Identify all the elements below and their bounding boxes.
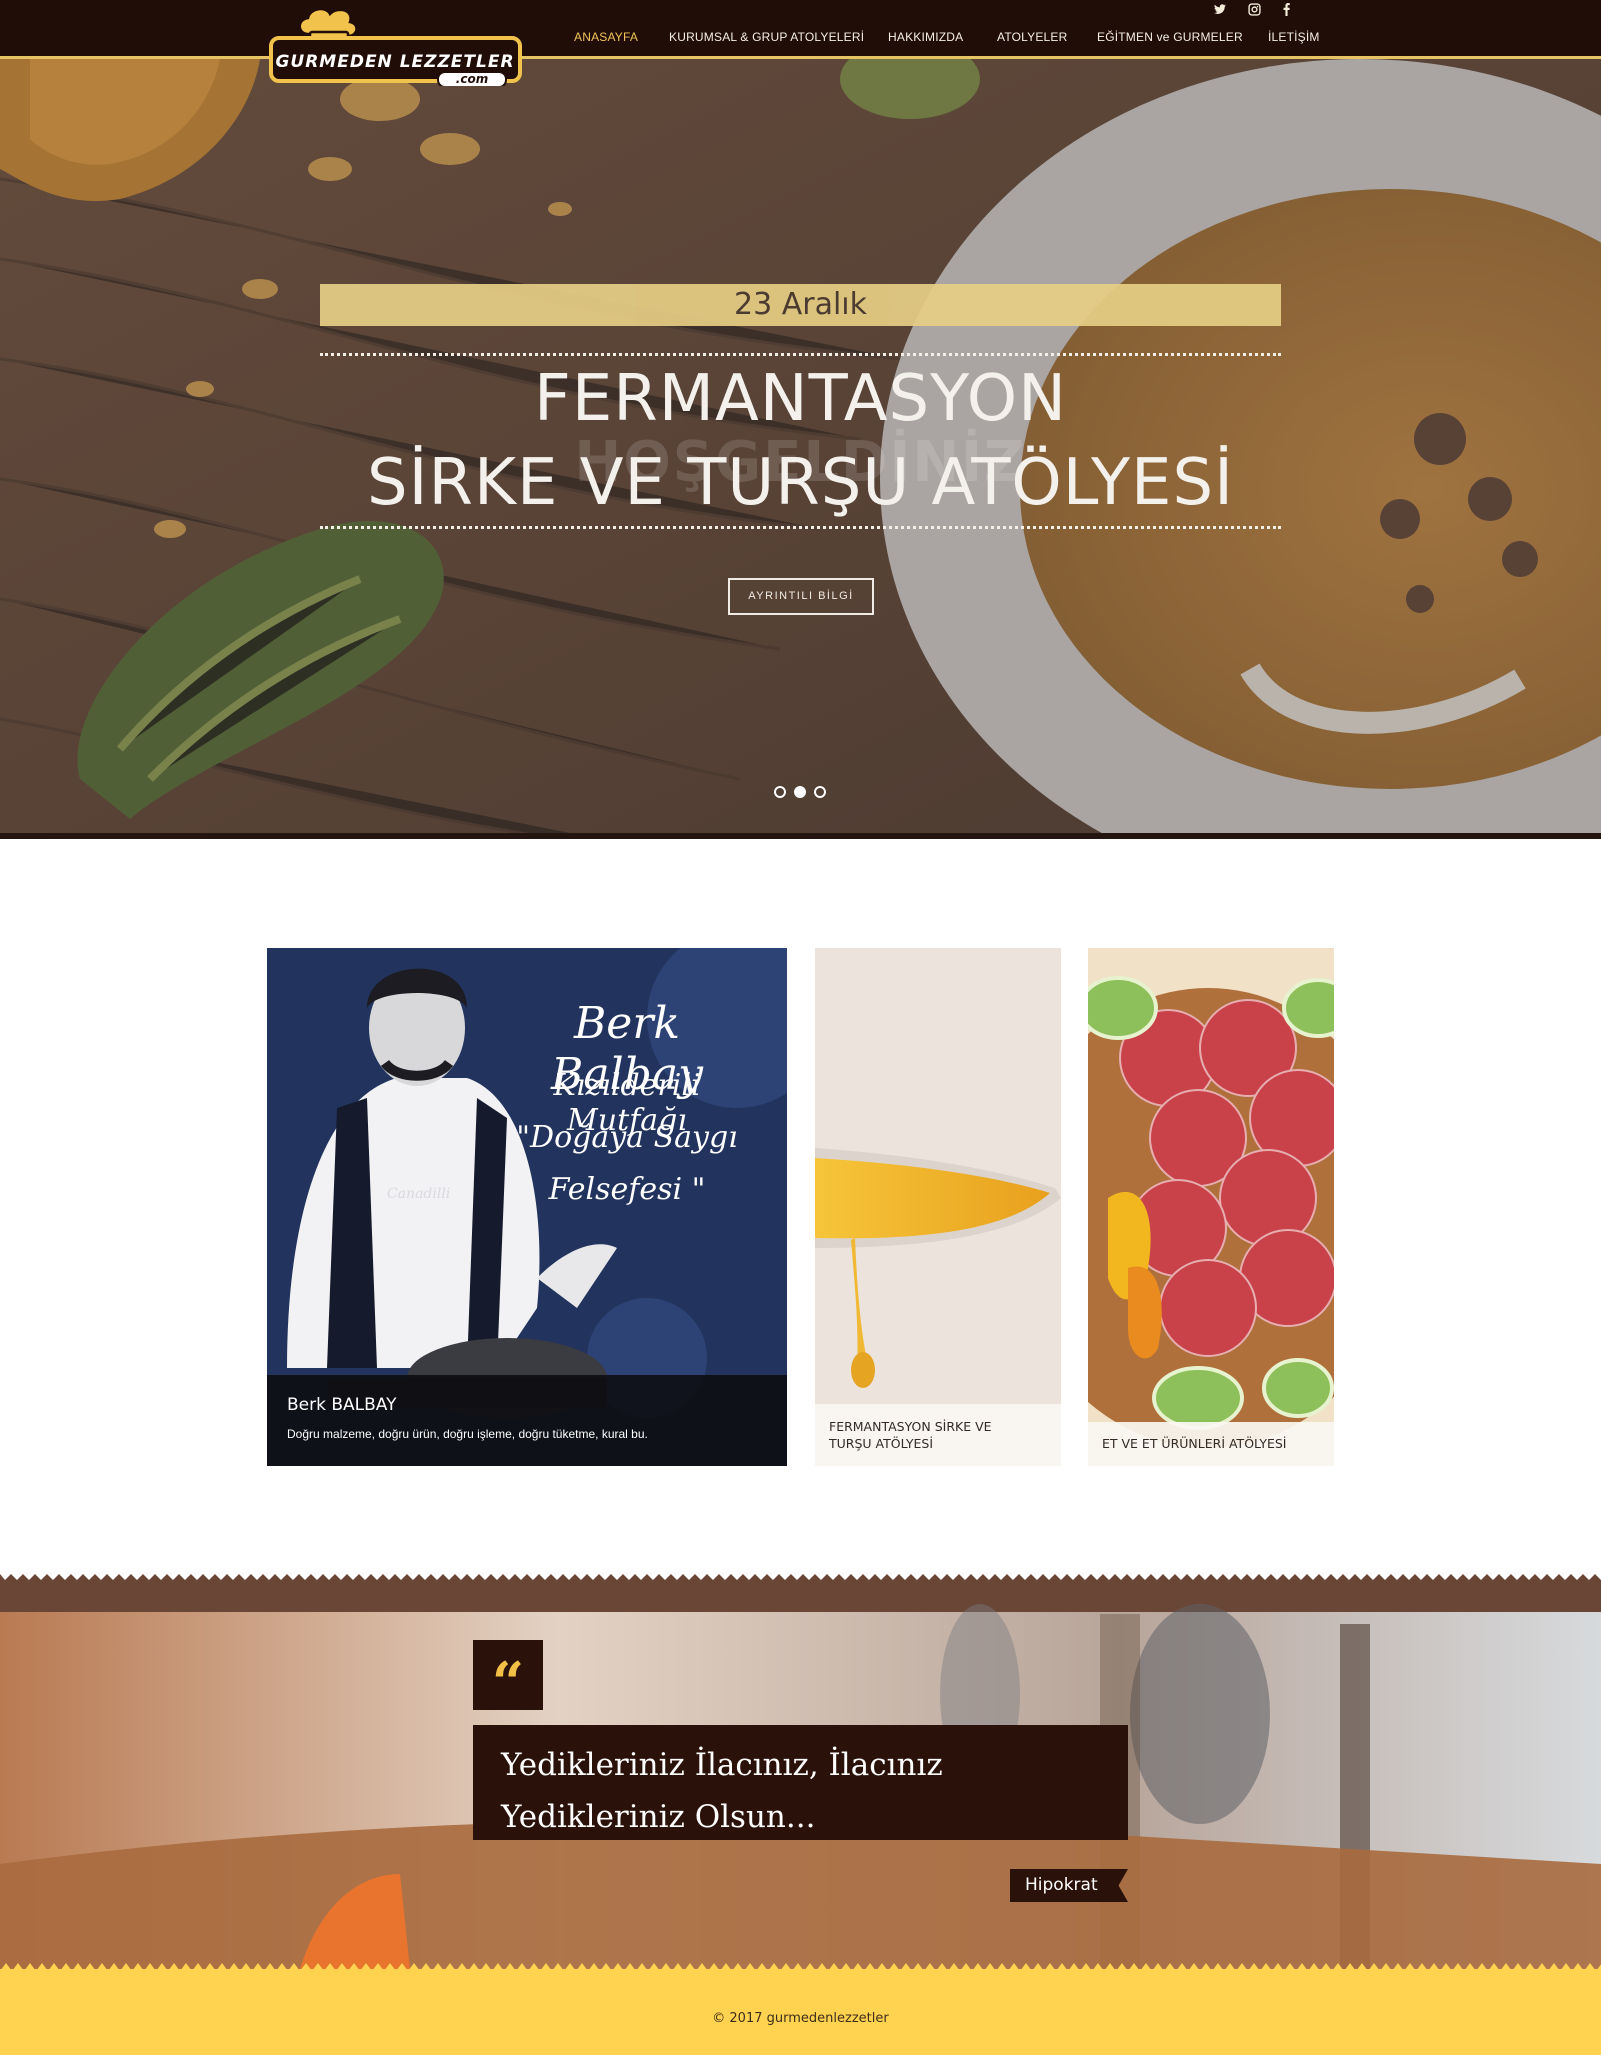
hero-divider-bottom: [320, 526, 1281, 529]
site-header: ANASAYFA KURUMSAL & GRUP ATOLYELERİ HAKK…: [0, 0, 1601, 59]
card-title: ET VE ET ÜRÜNLERİ ATÖLYESİ: [1102, 1436, 1287, 1451]
slider-dot-3[interactable]: [814, 786, 826, 798]
hero-divider-top: [320, 353, 1281, 356]
card-title-line1: FERMANTASYON SİRKE VE: [829, 1419, 992, 1434]
instagram-icon-glyph: [1248, 3, 1261, 16]
card-title-line2: TURŞU ATÖLYESİ: [829, 1436, 934, 1451]
nav-item-kurumsal[interactable]: KURUMSAL & GRUP ATOLYELERİ: [669, 30, 864, 44]
logo-subtext: .com: [456, 72, 488, 86]
details-button[interactable]: AYRINTILI BİLGİ: [728, 578, 874, 615]
card-caption: Berk BALBAY Doğru malzeme, doğru ürün, d…: [267, 1375, 787, 1466]
card-berk-balbay[interactable]: Canadilli Berk Balbay Kızılderili Mutfağ…: [267, 948, 787, 1466]
hero-slider: HOŞGELDİNİZ 23 Aralık FERMANTASYON SİRKE…: [0, 59, 1601, 839]
hero-bottom-border: [0, 833, 1601, 839]
twitter-icon[interactable]: [1213, 3, 1227, 19]
card-fermentation[interactable]: FERMANTASYON SİRKE VE TURŞU ATÖLYESİ: [815, 948, 1061, 1466]
nav-item-hakkimizda[interactable]: HAKKIMIZDA: [888, 30, 963, 44]
card-title: Berk BALBAY: [287, 1395, 397, 1415]
hero-title-line2: SİRKE VE TURŞU ATÖLYESİ: [367, 446, 1234, 520]
nav-item-egitmen[interactable]: EĞİTMEN ve GURMELER: [1097, 30, 1243, 44]
nav-item-anasayfa[interactable]: ANASAYFA: [574, 30, 638, 44]
nav-item-iletisim[interactable]: İLETİŞİM: [1268, 30, 1320, 44]
card-caption: FERMANTASYON SİRKE VE TURŞU ATÖLYESİ: [815, 1404, 1061, 1466]
svg-text:Canadilli: Canadilli: [387, 1186, 450, 1202]
site-logo[interactable]: GURMEDEN LEZZETLER .com: [268, 4, 523, 88]
script-line-3: "Doğaya Saygı: [516, 1120, 738, 1155]
instagram-icon[interactable]: [1248, 3, 1261, 19]
logo-text: GURMEDEN LEZZETLER: [275, 52, 514, 72]
hero-title-line1: FERMANTASYON: [534, 362, 1067, 436]
oil-spoon-photo: [815, 948, 1061, 1466]
quote-text: Yedikleriniz İlacınız, İlacınız Yedikler…: [501, 1747, 943, 1835]
page: ANASAYFA KURUMSAL & GRUP ATOLYELERİ HAKK…: [0, 0, 1601, 2055]
copyright-text: © 2017 gurmedenlezzetler: [712, 2011, 889, 2026]
facebook-icon-glyph: [1283, 3, 1290, 16]
hero-date: 23 Aralık: [320, 284, 1281, 326]
quote-author: Hipokrat: [1010, 1869, 1128, 1902]
footer-zigzag-edge: [0, 1963, 1601, 1971]
twitter-icon-glyph: [1214, 4, 1226, 14]
card-description: Doğru malzeme, doğru ürün, doğru işleme,…: [287, 1427, 648, 1441]
slider-dot-1[interactable]: [774, 786, 786, 798]
card-meat-products[interactable]: ET VE ET ÜRÜNLERİ ATÖLYESİ: [1088, 948, 1334, 1466]
quote-mark-icon: “: [473, 1640, 543, 1716]
site-footer: © 2017 gurmedenlezzetler: [0, 1963, 1601, 2055]
nav-item-atolyeler[interactable]: ATOLYELER: [997, 30, 1068, 44]
script-line-4: Felsefesi ": [548, 1172, 706, 1207]
card-caption: ET VE ET ÜRÜNLERİ ATÖLYESİ: [1088, 1422, 1334, 1466]
quote-box: Yedikleriniz İlacınız, İlacınız Yedikler…: [473, 1725, 1128, 1840]
salami-photo: [1088, 948, 1334, 1466]
main-nav: ANASAYFA KURUMSAL & GRUP ATOLYELERİ HAKK…: [0, 30, 1601, 50]
facebook-icon[interactable]: [1282, 3, 1291, 19]
slider-dot-2[interactable]: [794, 786, 806, 798]
logo-graphic: GURMEDEN LEZZETLER .com: [269, 7, 522, 88]
